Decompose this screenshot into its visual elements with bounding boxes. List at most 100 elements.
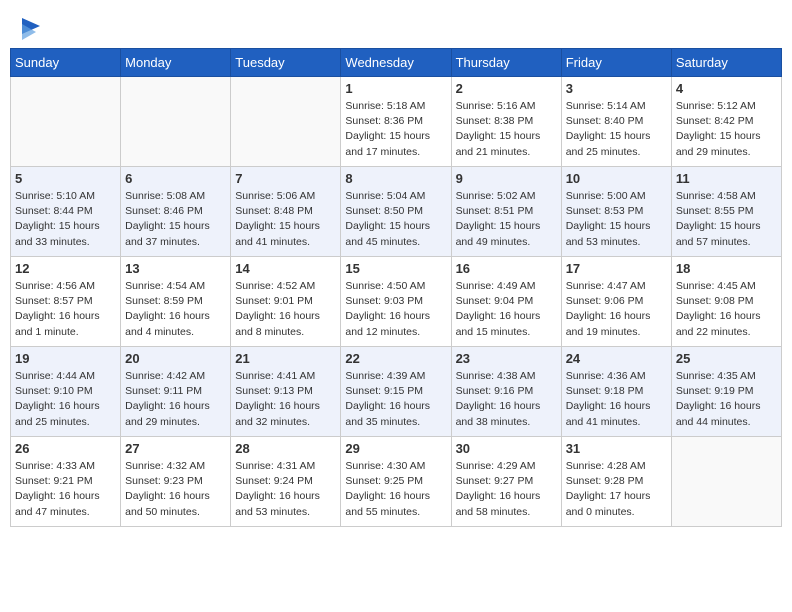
logo-icon — [22, 18, 40, 40]
calendar-cell — [231, 77, 341, 167]
calendar-cell: 29 Sunrise: 4:30 AM Sunset: 9:25 PM Dayli… — [341, 437, 451, 527]
day-number: 23 — [456, 351, 557, 366]
calendar-cell: 26 Sunrise: 4:33 AM Sunset: 9:21 PM Dayli… — [11, 437, 121, 527]
calendar-cell: 9 Sunrise: 5:02 AM Sunset: 8:51 PM Daylig… — [451, 167, 561, 257]
calendar-cell: 1 Sunrise: 5:18 AM Sunset: 8:36 PM Daylig… — [341, 77, 451, 167]
calendar-cell: 20Sunrise: 4:42 AM Sunset: 9:11 PM Dayli… — [121, 347, 231, 437]
day-info: Sunrise: 4:39 AM Sunset: 9:15 PM Dayligh… — [345, 369, 446, 430]
day-info: Sunrise: 4:58 AM Sunset: 8:55 PM Dayligh… — [676, 189, 777, 250]
day-of-week-header: Sunday — [11, 49, 121, 77]
day-info: Sunrise: 4:29 AM Sunset: 9:27 PM Dayligh… — [456, 459, 557, 520]
page-header — [10, 10, 782, 48]
day-info: Sunrise: 5:02 AM Sunset: 8:51 PM Dayligh… — [456, 189, 557, 250]
day-number: 31 — [566, 441, 667, 456]
day-number: 18 — [676, 261, 777, 276]
calendar-table: SundayMondayTuesdayWednesdayThursdayFrid… — [10, 48, 782, 527]
calendar-header-row: SundayMondayTuesdayWednesdayThursdayFrid… — [11, 49, 782, 77]
day-number: 29 — [345, 441, 446, 456]
day-number: 10 — [566, 171, 667, 186]
day-number: 15 — [345, 261, 446, 276]
day-info: Sunrise: 4:35 AM Sunset: 9:19 PM Dayligh… — [676, 369, 777, 430]
calendar-cell: 4Sunrise: 5:12 AM Sunset: 8:42 PM Daylig… — [671, 77, 781, 167]
calendar-cell: 3 Sunrise: 5:14 AM Sunset: 8:40 PM Daylig… — [561, 77, 671, 167]
calendar-cell: 21 Sunrise: 4:41 AM Sunset: 9:13 PM Dayli… — [231, 347, 341, 437]
day-number: 2 — [456, 81, 557, 96]
day-info: Sunrise: 4:28 AM Sunset: 9:28 PM Dayligh… — [566, 459, 667, 520]
day-number: 25 — [676, 351, 777, 366]
calendar-cell: 2 Sunrise: 5:16 AM Sunset: 8:38 PM Daylig… — [451, 77, 561, 167]
logo — [20, 20, 40, 40]
day-of-week-header: Thursday — [451, 49, 561, 77]
day-info: Sunrise: 4:38 AM Sunset: 9:16 PM Dayligh… — [456, 369, 557, 430]
day-number: 30 — [456, 441, 557, 456]
calendar-cell — [121, 77, 231, 167]
calendar-week-row: 1 Sunrise: 5:18 AM Sunset: 8:36 PM Daylig… — [11, 77, 782, 167]
day-info: Sunrise: 5:14 AM Sunset: 8:40 PM Dayligh… — [566, 99, 667, 160]
day-info: Sunrise: 4:56 AM Sunset: 8:57 PM Dayligh… — [15, 279, 116, 340]
calendar-cell — [671, 437, 781, 527]
day-info: Sunrise: 4:54 AM Sunset: 8:59 PM Dayligh… — [125, 279, 226, 340]
calendar-cell: 25 Sunrise: 4:35 AM Sunset: 9:19 PM Dayli… — [671, 347, 781, 437]
day-info: Sunrise: 4:31 AM Sunset: 9:24 PM Dayligh… — [235, 459, 336, 520]
day-number: 24 — [566, 351, 667, 366]
day-info: Sunrise: 4:30 AM Sunset: 9:25 PM Dayligh… — [345, 459, 446, 520]
calendar-cell: 12 Sunrise: 4:56 AM Sunset: 8:57 PM Dayli… — [11, 257, 121, 347]
calendar-week-row: 12 Sunrise: 4:56 AM Sunset: 8:57 PM Dayli… — [11, 257, 782, 347]
calendar-cell: 17 Sunrise: 4:47 AM Sunset: 9:06 PM Dayli… — [561, 257, 671, 347]
day-number: 8 — [345, 171, 446, 186]
day-number: 6 — [125, 171, 226, 186]
calendar-cell: 30 Sunrise: 4:29 AM Sunset: 9:27 PM Dayli… — [451, 437, 561, 527]
calendar-week-row: 19Sunrise: 4:44 AM Sunset: 9:10 PM Dayli… — [11, 347, 782, 437]
day-number: 7 — [235, 171, 336, 186]
day-number: 16 — [456, 261, 557, 276]
day-of-week-header: Friday — [561, 49, 671, 77]
day-info: Sunrise: 5:18 AM Sunset: 8:36 PM Dayligh… — [345, 99, 446, 160]
day-info: Sunrise: 5:06 AM Sunset: 8:48 PM Dayligh… — [235, 189, 336, 250]
day-info: Sunrise: 4:41 AM Sunset: 9:13 PM Dayligh… — [235, 369, 336, 430]
calendar-cell: 22Sunrise: 4:39 AM Sunset: 9:15 PM Dayli… — [341, 347, 451, 437]
day-number: 28 — [235, 441, 336, 456]
calendar-cell: 18Sunrise: 4:45 AM Sunset: 9:08 PM Dayli… — [671, 257, 781, 347]
day-number: 4 — [676, 81, 777, 96]
calendar-cell: 23 Sunrise: 4:38 AM Sunset: 9:16 PM Dayli… — [451, 347, 561, 437]
calendar-cell — [11, 77, 121, 167]
calendar-cell: 8 Sunrise: 5:04 AM Sunset: 8:50 PM Daylig… — [341, 167, 451, 257]
calendar-cell: 6Sunrise: 5:08 AM Sunset: 8:46 PM Daylig… — [121, 167, 231, 257]
day-number: 9 — [456, 171, 557, 186]
calendar-week-row: 26 Sunrise: 4:33 AM Sunset: 9:21 PM Dayli… — [11, 437, 782, 527]
calendar-cell: 14Sunrise: 4:52 AM Sunset: 9:01 PM Dayli… — [231, 257, 341, 347]
day-of-week-header: Wednesday — [341, 49, 451, 77]
day-info: Sunrise: 4:47 AM Sunset: 9:06 PM Dayligh… — [566, 279, 667, 340]
calendar-cell: 7 Sunrise: 5:06 AM Sunset: 8:48 PM Daylig… — [231, 167, 341, 257]
calendar-cell: 10 Sunrise: 5:00 AM Sunset: 8:53 PM Dayli… — [561, 167, 671, 257]
calendar-cell: 19Sunrise: 4:44 AM Sunset: 9:10 PM Dayli… — [11, 347, 121, 437]
day-info: Sunrise: 5:04 AM Sunset: 8:50 PM Dayligh… — [345, 189, 446, 250]
day-number: 11 — [676, 171, 777, 186]
day-number: 12 — [15, 261, 116, 276]
calendar-cell: 24 Sunrise: 4:36 AM Sunset: 9:18 PM Dayli… — [561, 347, 671, 437]
calendar-cell: 13 Sunrise: 4:54 AM Sunset: 8:59 PM Dayli… — [121, 257, 231, 347]
day-info: Sunrise: 4:50 AM Sunset: 9:03 PM Dayligh… — [345, 279, 446, 340]
day-number: 1 — [345, 81, 446, 96]
day-of-week-header: Monday — [121, 49, 231, 77]
day-of-week-header: Saturday — [671, 49, 781, 77]
calendar-cell: 11 Sunrise: 4:58 AM Sunset: 8:55 PM Dayli… — [671, 167, 781, 257]
day-number: 5 — [15, 171, 116, 186]
day-number: 26 — [15, 441, 116, 456]
day-info: Sunrise: 5:16 AM Sunset: 8:38 PM Dayligh… — [456, 99, 557, 160]
day-info: Sunrise: 4:36 AM Sunset: 9:18 PM Dayligh… — [566, 369, 667, 430]
day-info: Sunrise: 4:42 AM Sunset: 9:11 PM Dayligh… — [125, 369, 226, 430]
day-number: 21 — [235, 351, 336, 366]
day-number: 17 — [566, 261, 667, 276]
calendar-cell: 5Sunrise: 5:10 AM Sunset: 8:44 PM Daylig… — [11, 167, 121, 257]
day-info: Sunrise: 4:49 AM Sunset: 9:04 PM Dayligh… — [456, 279, 557, 340]
day-number: 13 — [125, 261, 226, 276]
calendar-cell: 31 Sunrise: 4:28 AM Sunset: 9:28 PM Dayli… — [561, 437, 671, 527]
day-info: Sunrise: 4:33 AM Sunset: 9:21 PM Dayligh… — [15, 459, 116, 520]
day-info: Sunrise: 5:00 AM Sunset: 8:53 PM Dayligh… — [566, 189, 667, 250]
calendar-cell: 28 Sunrise: 4:31 AM Sunset: 9:24 PM Dayli… — [231, 437, 341, 527]
calendar-cell: 15 Sunrise: 4:50 AM Sunset: 9:03 PM Dayli… — [341, 257, 451, 347]
day-number: 3 — [566, 81, 667, 96]
day-number: 14 — [235, 261, 336, 276]
day-info: Sunrise: 4:44 AM Sunset: 9:10 PM Dayligh… — [15, 369, 116, 430]
